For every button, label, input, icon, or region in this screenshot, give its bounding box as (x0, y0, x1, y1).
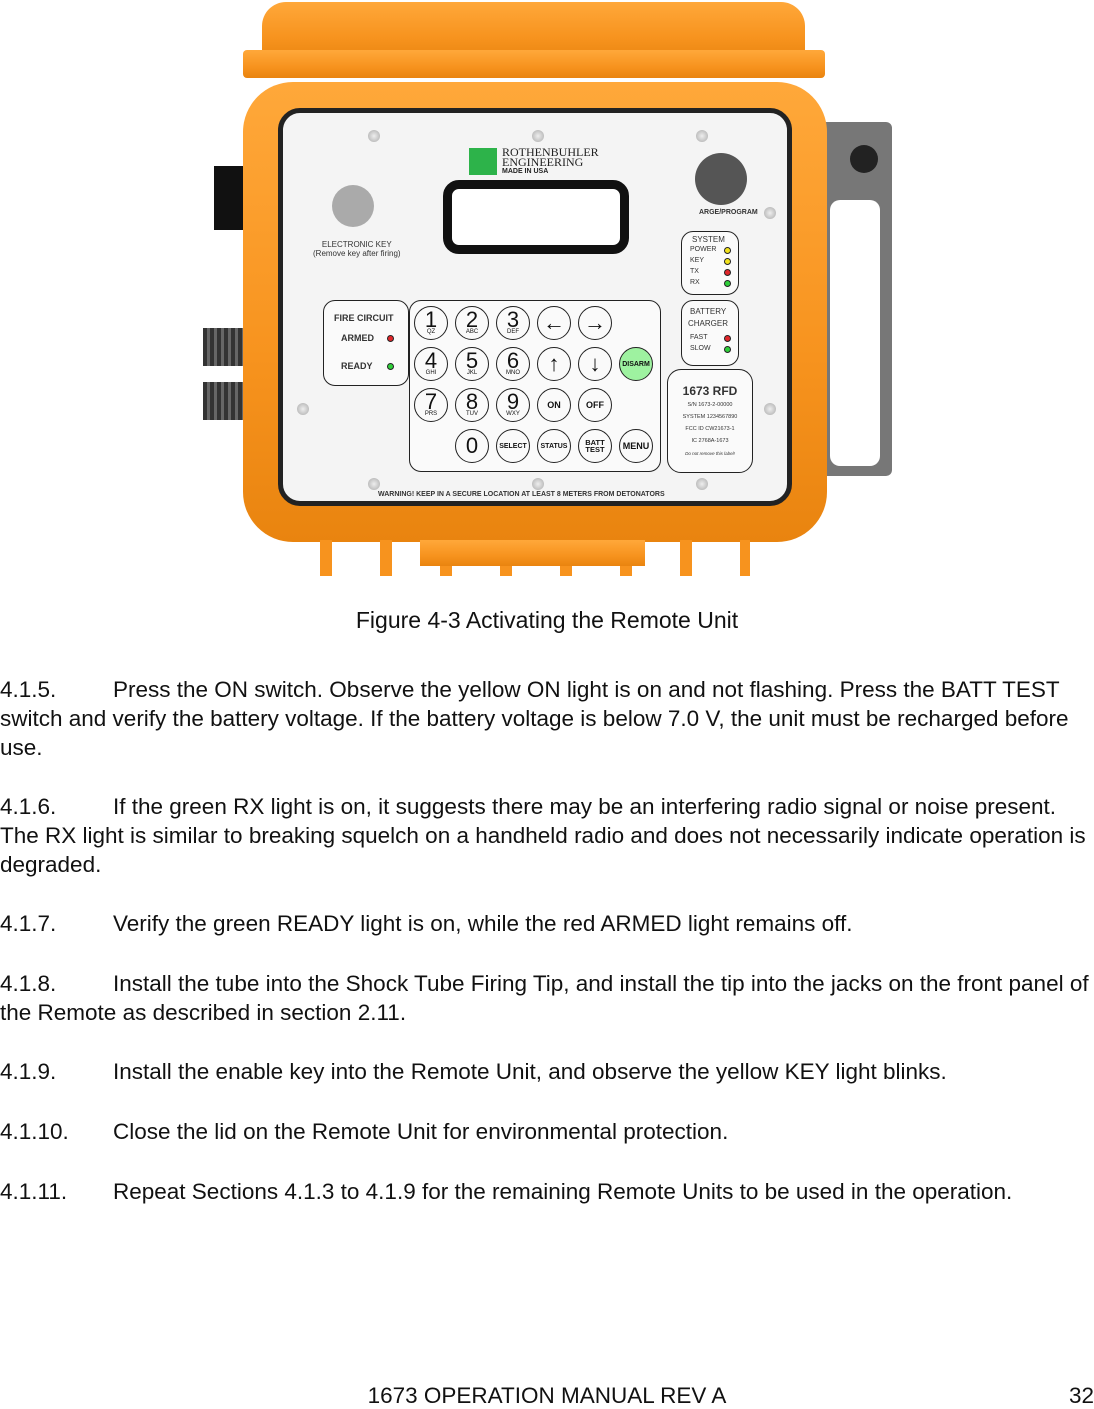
battery-charger-box: BATTERY CHARGER FAST SLOW (681, 300, 739, 366)
paragraph-4-1-11: 4.1.11. Repeat Sections 4.1.3 to 4.1.9 fo… (0, 1177, 1094, 1206)
key-led (724, 258, 731, 265)
tx-led (724, 269, 731, 276)
paragraph-text: Install the tube into the Shock Tube Fir… (0, 971, 1089, 1025)
screw-icon (696, 130, 708, 142)
page-number: 32 (1068, 1383, 1094, 1408)
disarm-button[interactable]: DISARM (619, 347, 653, 381)
key-2-button[interactable]: 2 ABC (455, 306, 489, 340)
electronic-key-socket (332, 185, 374, 227)
key-8-button[interactable]: 8 TUV (455, 388, 489, 422)
paragraph-text: Verify the green READY light is on, whil… (113, 911, 853, 936)
left-connector (214, 166, 244, 230)
screw-icon (532, 130, 544, 142)
section-number: 4.1.11. (0, 1179, 68, 1204)
key-5-button[interactable]: 5 JKL (455, 347, 489, 381)
key-7-button[interactable]: 7 PRS (414, 388, 448, 422)
right-arrow-button[interactable]: → (578, 306, 612, 340)
key-4-button[interactable]: 4 GHI (414, 347, 448, 381)
section-number: 4.1.8. (0, 971, 57, 996)
armed-led (387, 335, 394, 342)
charge-program-socket (695, 153, 747, 205)
paragraph-4-1-10: 4.1.10. Close the lid on the Remote Unit … (0, 1117, 1094, 1146)
system-indicator-box: SYSTEM POWER KEY TX RX (681, 231, 739, 295)
ready-led (387, 363, 394, 370)
off-button[interactable]: OFF (578, 388, 612, 422)
key-1-button[interactable]: 1 QZ (414, 306, 448, 340)
keypad: 1 QZ 2 ABC 3 DEF ← → 4 GHI 5 JKL 6 MNO ↑ ↓ DISARM 7 PRS 8 TU… (409, 300, 661, 472)
slow-led (724, 346, 731, 353)
key-3-button[interactable]: 3 DEF (496, 306, 530, 340)
up-arrow-button[interactable]: ↑ (537, 347, 571, 381)
charge-program-label: ARGE/PROGRAM (699, 209, 758, 216)
paragraph-text: Press the ON switch. Observe the yellow … (0, 677, 1069, 760)
paragraph-4-1-7: 4.1.7. Verify the green READY light is on… (0, 909, 1094, 938)
brand-logo (469, 148, 497, 175)
electronic-key-label: ELECTRONIC KEY (Remove key after firing) (313, 240, 401, 258)
key-9-button[interactable]: 9 WXY (496, 388, 530, 422)
paragraph-text: Repeat Sections 4.1.3 to 4.1.9 for the r… (113, 1179, 1013, 1204)
fire-circuit-box: FIRE CIRCUIT ARMED READY (323, 300, 409, 386)
batt-test-button[interactable]: BATT TEST (578, 429, 612, 463)
screw-icon (764, 403, 776, 415)
screw-icon (368, 478, 380, 490)
handle-knob (850, 145, 878, 173)
paragraph-4-1-5: 4.1.5. Press the ON switch. Observe the y… (0, 675, 1094, 762)
screw-icon (764, 207, 776, 219)
section-number: 4.1.10. (0, 1119, 69, 1144)
brand-name: ROTHENBUHLER ENGINEERING MADE IN USA (502, 145, 599, 175)
warning-text: WARNING! KEEP IN A SECURE LOCATION AT LE… (378, 491, 665, 498)
paragraph-text: Close the lid on the Remote Unit for env… (113, 1119, 729, 1144)
key-6-button[interactable]: 6 MNO (496, 347, 530, 381)
section-number: 4.1.5. (0, 677, 57, 702)
paragraph-text: Install the enable key into the Remote U… (113, 1059, 947, 1084)
screw-icon (297, 403, 309, 415)
id-label: 1673 RFD S/N 1673-2-00000 SYSTEM 1234567… (667, 369, 753, 473)
jack-connector (203, 382, 245, 420)
footer-title: 1673 OPERATION MANUAL REV A (367, 1383, 727, 1408)
rx-led (724, 280, 731, 287)
case-bottom (420, 540, 645, 566)
figure-caption: Figure 4-3 Activating the Remote Unit (355, 607, 739, 633)
lid-rim (243, 50, 825, 78)
menu-button[interactable]: MENU (619, 429, 653, 463)
left-arrow-button[interactable]: ← (537, 306, 571, 340)
status-button[interactable]: STATUS (537, 429, 571, 463)
front-panel: ROTHENBUHLER ENGINEERING MADE IN USA ELECT… (278, 108, 792, 506)
paragraph-4-1-9: 4.1.9. Install the enable key into the Re… (0, 1057, 1094, 1086)
section-number: 4.1.6. (0, 794, 57, 819)
handle-opening (830, 200, 880, 466)
section-number: 4.1.9. (0, 1059, 57, 1084)
power-led (724, 247, 731, 254)
jack-connector (203, 328, 245, 366)
select-button[interactable]: SELECT (496, 429, 530, 463)
paragraph-4-1-8: 4.1.8. Install the tube into the Shock Tu… (0, 969, 1094, 1027)
section-number: 4.1.7. (0, 911, 57, 936)
paragraph-text: If the green RX light is on, it suggests… (0, 794, 1086, 877)
key-0-button[interactable]: 0 (455, 429, 489, 463)
lcd-display (443, 180, 629, 254)
on-button[interactable]: ON (537, 388, 571, 422)
screw-icon (696, 478, 708, 490)
fast-led (724, 335, 731, 342)
screw-icon (368, 130, 380, 142)
screw-icon (532, 478, 544, 490)
paragraph-4-1-6: 4.1.6. If the green RX light is on, it su… (0, 792, 1094, 879)
down-arrow-button[interactable]: ↓ (578, 347, 612, 381)
